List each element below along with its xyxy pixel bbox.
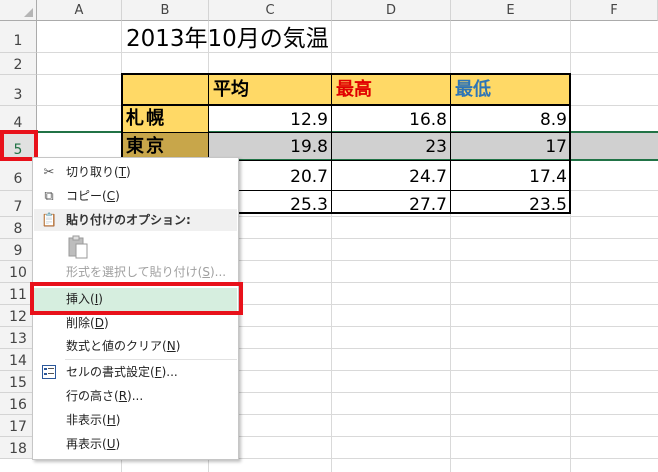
table-cell[interactable]: 17 [450,133,571,160]
row-header-4[interactable]: 4 [0,106,37,133]
table-cell[interactable]: 8.9 [450,105,571,133]
paste-options-header: 📋 貼り付けのオプション: [34,209,237,231]
menu-item-unhide[interactable]: 再表示(U) [34,433,237,456]
table-cell[interactable]: 12.9 [208,105,332,133]
table-divider [331,74,332,213]
paste-option-button[interactable] [66,234,90,260]
menu-item-paste-special[interactable]: 形式を選択して貼り付け(S)... [34,261,237,284]
table-cell[interactable]: 23 [331,133,451,160]
table-cell[interactable]: 17.4 [450,160,571,191]
table-header-max[interactable]: 最高 [331,74,451,105]
menu-item-row-height[interactable]: 行の高さ(R)... [34,385,237,408]
menu-item-copy[interactable]: ⧉ コピー(C) [34,185,237,208]
table-corner-cell[interactable] [121,74,209,105]
column-header-e[interactable]: E [451,0,571,21]
table-row-label[interactable]: 東京 [121,133,209,160]
table-cell[interactable]: 19.8 [208,133,332,160]
table-divider [122,104,570,106]
column-header-a[interactable]: A [37,0,122,21]
column-header-d[interactable]: D [332,0,451,21]
column-header-f[interactable]: F [571,0,658,21]
format-cells-icon [41,365,57,381]
scissors-icon: ✂ [43,165,55,180]
row-header-1[interactable]: 1 [0,21,37,53]
select-all-corner[interactable] [0,0,37,21]
table-header-avg[interactable]: 平均 [208,74,332,105]
context-menu: ✂ 切り取り(T) ⧉ コピー(C) 📋 貼り付けのオプション: 形式を選択して… [32,157,239,460]
column-header-c[interactable]: C [209,0,332,21]
menu-item-clear-contents[interactable]: 数式と値のクリア(N) [34,335,237,358]
table-cell[interactable]: 24.7 [331,160,451,191]
clipboard-icon [68,235,88,259]
row-header-2[interactable]: 2 [0,53,37,75]
row-header-3[interactable]: 3 [0,75,37,106]
column-header-b[interactable]: B [122,0,209,21]
sheet-title[interactable]: 2013年10月の気温 [126,22,329,56]
table-cell[interactable]: 16.8 [331,105,451,133]
table-divider [122,132,570,133]
table-cell[interactable]: 23.5 [450,190,571,215]
table-cell[interactable]: 27.7 [331,190,451,215]
menu-item-hide[interactable]: 非表示(H) [34,409,237,432]
table-row-label[interactable]: 札幌 [121,105,209,133]
menu-item-insert[interactable]: 挿入(I) [34,288,237,311]
table-divider [450,74,451,213]
table-header-min[interactable]: 最低 [450,74,571,105]
menu-item-format-cells[interactable]: セルの書式設定(F)... [34,361,237,384]
menu-item-cut[interactable]: ✂ 切り取り(T) [34,161,237,184]
paste-icon: 📋 [41,213,58,228]
menu-item-delete[interactable]: 削除(D) [34,312,237,335]
copy-icon: ⧉ [44,189,54,204]
